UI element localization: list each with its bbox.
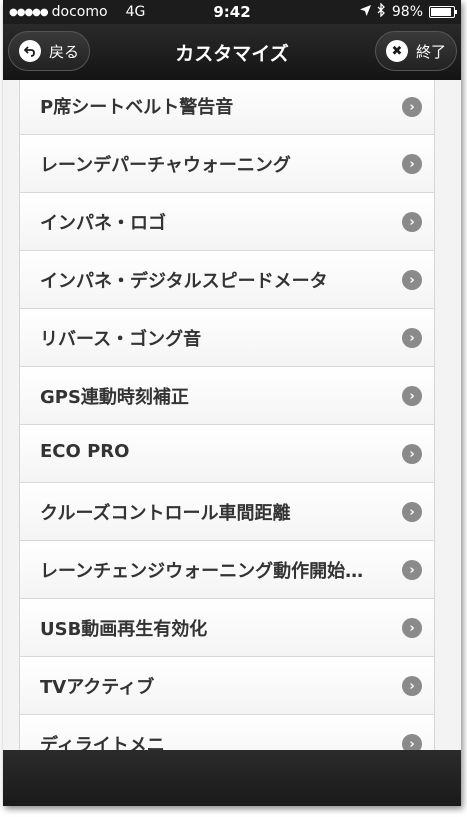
- list-item-label: レーンチェンジウォーニング動作開始…: [40, 561, 364, 582]
- list-item[interactable]: インパネ・ロゴ ›: [20, 193, 434, 251]
- list-item-label: レーンデパーチャウォーニング: [40, 155, 291, 176]
- status-bar: ●●●●● docomo 4G 9:42 98%: [3, 0, 461, 24]
- phone-screen: ●●●●● docomo 4G 9:42 98% 戻る カスタマイズ ✖ 終了: [3, 0, 461, 806]
- bottom-toolbar: [3, 750, 461, 806]
- list-item-label: USB動画再生有効化: [40, 619, 208, 640]
- chevron-right-icon: ›: [402, 386, 422, 406]
- battery-fill: [431, 8, 451, 16]
- navigation-bar: 戻る カスタマイズ ✖ 終了: [3, 24, 461, 80]
- chevron-right-icon: ›: [402, 270, 422, 290]
- list-item[interactable]: GPS連動時刻補正 ›: [20, 367, 434, 425]
- list-item[interactable]: USB動画再生有効化 ›: [20, 599, 434, 657]
- list-item[interactable]: ディライトメニ ›: [20, 715, 434, 750]
- status-right: 98%: [359, 2, 457, 21]
- chevron-right-icon: ›: [402, 212, 422, 232]
- chevron-right-icon: ›: [402, 444, 422, 464]
- list-item-label: クルーズコントロール車間距離: [40, 503, 291, 524]
- list-item-label: リバース・ゴング音: [40, 329, 202, 350]
- list-item-label: インパネ・デジタルスピードメータ: [40, 271, 328, 292]
- close-icon: ✖: [386, 40, 408, 62]
- list-item-label: GPS連動時刻補正: [40, 387, 189, 408]
- list-item[interactable]: P席シートベルト警告音 ›: [20, 80, 434, 135]
- list-item[interactable]: リバース・ゴング音 ›: [20, 309, 434, 367]
- list-item-label: ディライトメニ: [40, 735, 165, 750]
- done-button[interactable]: ✖ 終了: [375, 31, 457, 71]
- chevron-right-icon: ›: [402, 154, 422, 174]
- chevron-right-icon: ›: [402, 618, 422, 638]
- list-item-label: P席シートベルト警告音: [40, 97, 234, 118]
- list-item-label: ECO PRO: [40, 441, 130, 462]
- list-item[interactable]: レーンチェンジウォーニング動作開始… ›: [20, 541, 434, 599]
- chevron-right-icon: ›: [402, 97, 422, 117]
- chevron-right-icon: ›: [402, 328, 422, 348]
- location-arrow-icon: [359, 4, 371, 20]
- chevron-right-icon: ›: [402, 560, 422, 580]
- done-button-label: 終了: [416, 42, 447, 61]
- chevron-right-icon: ›: [402, 676, 422, 696]
- customize-list: P席シートベルト警告音 › レーンデパーチャウォーニング › インパネ・ロゴ ›…: [19, 80, 435, 750]
- list-item[interactable]: ECO PRO ›: [20, 425, 434, 483]
- list-item[interactable]: レーンデパーチャウォーニング ›: [20, 135, 434, 193]
- chevron-right-icon: ›: [402, 734, 422, 750]
- list-item[interactable]: クルーズコントロール車間距離 ›: [20, 483, 434, 541]
- list-item-label: TVアクティブ: [40, 677, 155, 698]
- battery-icon: [429, 6, 457, 18]
- battery-percent: 98%: [391, 4, 423, 20]
- list-item-label: インパネ・ロゴ: [40, 213, 166, 234]
- chevron-right-icon: ›: [402, 502, 422, 522]
- bluetooth-icon: [377, 2, 386, 21]
- list-item[interactable]: TVアクティブ ›: [20, 657, 434, 715]
- list-item[interactable]: インパネ・デジタルスピードメータ ›: [20, 251, 434, 309]
